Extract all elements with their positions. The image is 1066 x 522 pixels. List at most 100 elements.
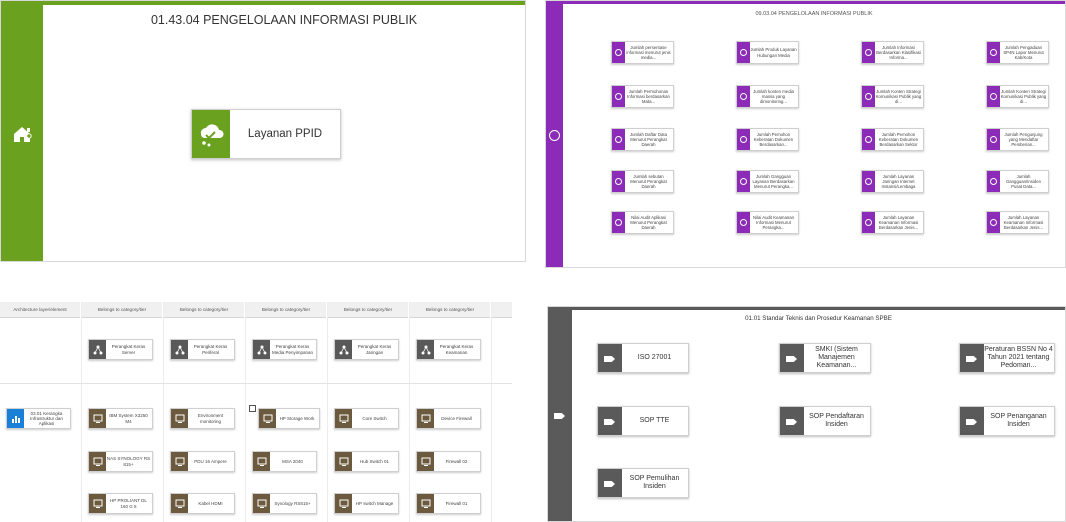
- indicator-card[interactable]: Jumlah Layanan Jaringan Internet Instans…: [861, 170, 924, 193]
- device-card[interactable]: Kabel HDMI: [170, 493, 235, 514]
- document-card[interactable]: SOP Penanganan Insiden: [959, 406, 1055, 436]
- indicator-icon: [737, 42, 750, 63]
- monitor-icon: [335, 452, 352, 471]
- indicator-label: Jumlah Konten Strategi Komunikasi Publik…: [875, 88, 922, 105]
- indicator-icon: [737, 86, 750, 107]
- indicator-label: Jumlah konten media massa yang dimonitor…: [753, 88, 794, 105]
- document-card[interactable]: SMKI (Sistem Manajemen Keamanan...: [779, 343, 871, 373]
- indicator-card[interactable]: Nilai Audit Keamanan Informasi Menurut P…: [736, 211, 799, 234]
- column-header: Belongs to category/tier: [246, 302, 326, 318]
- document-card[interactable]: SOP Pemulihan Insiden: [597, 468, 689, 498]
- indicator-label: Nilai Audit Keamanan Informasi Menurut P…: [752, 214, 795, 231]
- panel2-top-line: [563, 1, 1065, 4]
- indicator-label: Jumlah Pengunjung yang Mendaftar Pemberi…: [1004, 131, 1043, 148]
- monitor-icon: [171, 494, 188, 513]
- indicator-card[interactable]: Jumlah Layanan Keamanan Informasi Berdas…: [986, 211, 1049, 234]
- category-card[interactable]: Perangkat Keras Keamanan: [416, 339, 481, 360]
- indicator-icon: [987, 129, 1000, 150]
- column-divider: [327, 302, 328, 522]
- indicator-icon: [737, 171, 750, 192]
- category-card[interactable]: Perangkat Keras Jaringan: [334, 339, 399, 360]
- device-card[interactable]: Synology RS815+: [252, 493, 317, 514]
- monitor-icon: [171, 452, 188, 471]
- device-label: Hub Switch 01: [359, 458, 389, 464]
- document-card[interactable]: Peraturan BSSN No 4 Tahun 2021 tentang P…: [959, 343, 1055, 373]
- device-label: Firewall 01: [445, 500, 468, 506]
- device-card[interactable]: Firewall 01: [416, 493, 481, 514]
- indicator-label: Jumlah Informasi Berdasarkan Klasifikasi…: [876, 44, 921, 61]
- device-label: Kabel HDMI: [198, 500, 223, 506]
- monitor-icon: [417, 409, 434, 428]
- device-card[interactable]: HP Storage Work: [258, 408, 320, 429]
- device-card[interactable]: IBM System X3250 M4: [88, 408, 153, 429]
- indicator-card[interactable]: Jumlah sebutan Menurut Perangkat Daerah: [611, 170, 674, 193]
- indicator-label: Jumlah sebutan Menurut Perangkat Daerah: [630, 173, 667, 190]
- indicator-icon: [737, 212, 750, 233]
- indicator-card[interactable]: Jumlah Pengunjung yang Mendaftar Pemberi…: [986, 128, 1049, 151]
- monitor-icon: [259, 409, 276, 428]
- indicator-card[interactable]: Jumlah Pemohon Keberatan Dokumen Berdasa…: [861, 128, 924, 151]
- device-card[interactable]: Core Switch: [334, 408, 399, 429]
- indicator-card[interactable]: Jumlah Informasi Berdasarkan Klasifikasi…: [861, 41, 924, 64]
- indicator-card[interactable]: Jumlah Gangguan/Insiden Pusat Data...: [986, 170, 1049, 193]
- tag-icon: [960, 344, 984, 372]
- category-card[interactable]: Perangkat Keras Server: [88, 339, 153, 360]
- document-label: Peraturan BSSN No 4 Tahun 2021 tentang P…: [984, 345, 1053, 370]
- indicator-label: Jumlah Konten Strategi Komunikasi Publik…: [1000, 88, 1047, 105]
- panel-standar-teknis-keamanan: 01.01 Standar Teknis dan Prosedur Keaman…: [547, 306, 1066, 522]
- device-card[interactable]: Environment monitoring: [170, 408, 235, 429]
- monitor-icon: [89, 494, 106, 513]
- application-card[interactable]: 03.01 Kerangka Infrastruktur dan Aplikas…: [6, 408, 71, 429]
- document-card[interactable]: SOP Pendaftaran Insiden: [779, 406, 871, 436]
- category-label: Perangkat Keras Jaringan: [357, 344, 392, 355]
- device-card[interactable]: MSA 2040: [252, 451, 317, 472]
- indicator-icon: [862, 42, 875, 63]
- category-label: Perangkat Keras Periferal: [193, 344, 228, 355]
- document-label: SOP Pendaftaran Insiden: [809, 412, 864, 428]
- device-card[interactable]: HP switch Manage: [334, 493, 399, 514]
- layanan-ppid-card[interactable]: Layanan PPID: [191, 109, 341, 159]
- network-icon: [171, 340, 188, 359]
- device-label: HP PROLIANT DL 160 G 5: [110, 498, 147, 509]
- indicator-card[interactable]: Jumlah konten media massa yang dimonitor…: [736, 85, 799, 108]
- document-card[interactable]: SOP TTE: [597, 406, 689, 436]
- indicator-card[interactable]: Jumlah Layanan Keamanan Informasi Berdas…: [861, 211, 924, 234]
- document-label: SOP TTE: [639, 416, 670, 424]
- indicator-card[interactable]: Jumlah persentase informasi menurut jeni…: [611, 41, 674, 64]
- device-card[interactable]: Hub Switch 01: [334, 451, 399, 472]
- device-label: MSA 2040: [282, 458, 303, 464]
- column-header: Architecture layer/element: [0, 302, 80, 318]
- panel1-title: 01.43.04 PENGELOLAAN INFORMASI PUBLIK: [150, 13, 418, 27]
- expand-icon[interactable]: [249, 405, 256, 412]
- category-card[interactable]: Perangkat Keras Media Penyimpanan: [252, 339, 317, 360]
- category-label: Perangkat Keras Server: [111, 344, 146, 355]
- indicator-card[interactable]: Jumlah Gangguan Layanan Berdasarkan Menu…: [736, 170, 799, 193]
- indicator-card[interactable]: Jumlah Pengaduan SP4N Lapor Menurut Kab/…: [986, 41, 1049, 64]
- device-card[interactable]: NAS SYNOLOGY RS 815+: [88, 451, 153, 472]
- category-card[interactable]: Perangkat Keras Periferal: [170, 339, 235, 360]
- indicator-card[interactable]: Jumlah Pemohon Keberatan Dokumen Berdasa…: [736, 128, 799, 151]
- device-card[interactable]: HP PROLIANT DL 160 G 5: [88, 493, 153, 514]
- device-card[interactable]: Device Firewall: [416, 408, 481, 429]
- device-card[interactable]: PDU 16 Ampere: [170, 451, 235, 472]
- document-label: ISO 27001: [637, 353, 672, 361]
- indicator-label: Jumlah Layanan Keamanan Informasi Berdas…: [1003, 214, 1044, 231]
- indicator-card[interactable]: Jumlah Konten Strategi Komunikasi Publik…: [986, 85, 1049, 108]
- indicator-card[interactable]: Jumlah Produk Layanan Hubungan Media: [736, 41, 799, 64]
- indicator-icon: [862, 171, 875, 192]
- indicator-icon: [987, 171, 1000, 192]
- column-divider: [491, 302, 492, 522]
- device-label: Core Switch: [362, 415, 387, 421]
- document-label: SMKI (Sistem Manajemen Keamanan...: [815, 345, 858, 370]
- column-header: Belongs to category/tier: [410, 302, 490, 318]
- indicator-icon: [737, 129, 750, 150]
- document-card[interactable]: ISO 27001: [597, 343, 689, 373]
- indicator-card[interactable]: Nilai Audit Aplikasi Menurut Perangkat D…: [611, 211, 674, 234]
- indicator-card[interactable]: Jumlah Konten Strategi Komunikasi Publik…: [861, 85, 924, 108]
- indicator-card[interactable]: Jumlah Permohonan Informasi berdasarkan …: [611, 85, 674, 108]
- document-label: SOP Penanganan Insiden: [990, 412, 1047, 428]
- panel-pengelolaan-informasi-publik-indicators: 09.03.04 PENGELOLAAN INFORMASI PUBLIK Ju…: [545, 0, 1066, 268]
- indicator-card[interactable]: Jumlah Daftar Data Menurut Perangkat Dae…: [611, 128, 674, 151]
- monitor-icon: [253, 494, 270, 513]
- device-card[interactable]: Firewall 02: [416, 451, 481, 472]
